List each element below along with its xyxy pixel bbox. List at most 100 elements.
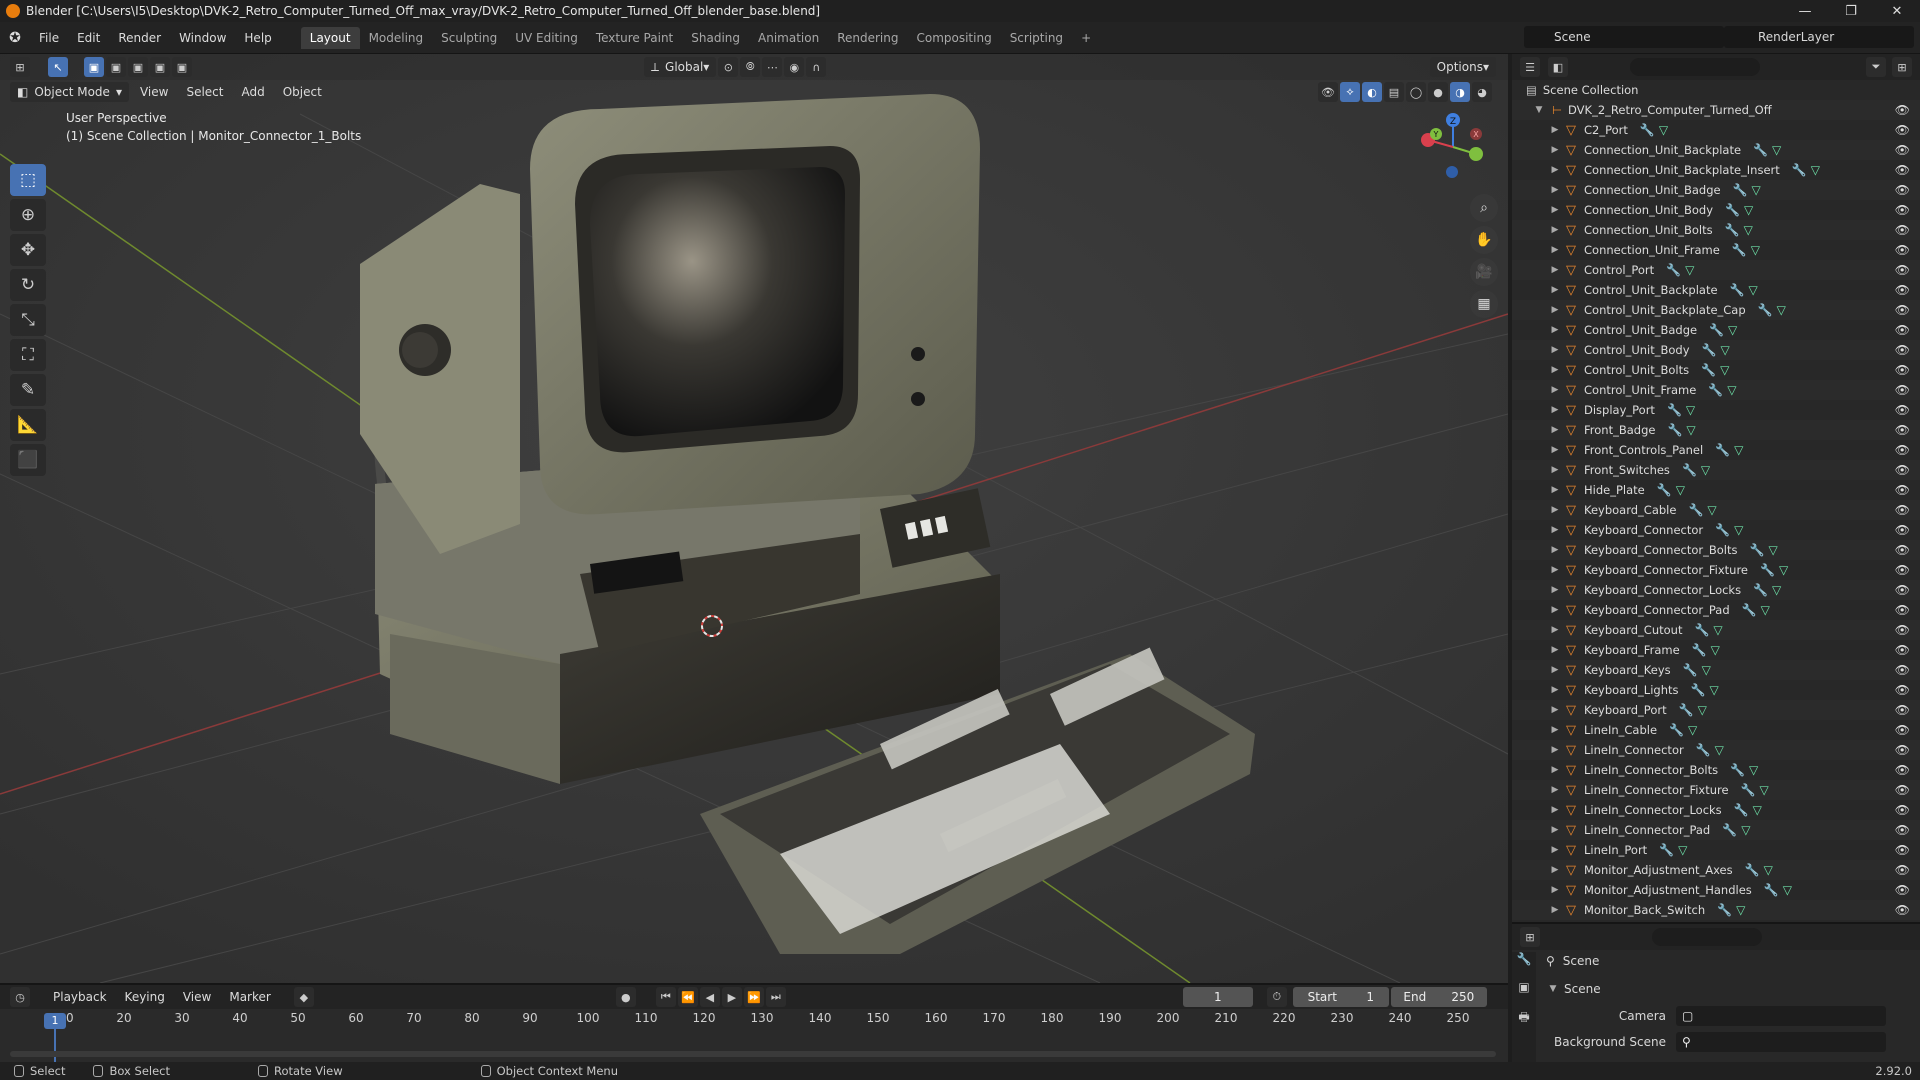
modifier-wrench-icon[interactable]: 🔧 — [1715, 523, 1730, 537]
expand-arrow-icon[interactable]: ▶ — [1548, 225, 1562, 235]
visibility-eye-icon[interactable]: 👁 — [1895, 503, 1910, 517]
select-tool-icon[interactable]: ↖ — [48, 57, 68, 77]
mesh-data-icon[interactable]: ▽ — [1727, 383, 1736, 397]
mesh-data-icon[interactable]: ▽ — [1748, 283, 1757, 297]
timeline-scrollbar[interactable] — [10, 1051, 1496, 1057]
mesh-data-icon[interactable]: ▽ — [1749, 763, 1758, 777]
annotate-icon[interactable]: ✎ — [10, 374, 46, 406]
expand-arrow-icon[interactable]: ▶ — [1548, 605, 1562, 615]
expand-arrow-icon[interactable]: ▶ — [1548, 685, 1562, 695]
output-tab-icon[interactable]: 🖶 — [1512, 1008, 1536, 1036]
modifier-wrench-icon[interactable]: 🔧 — [1750, 543, 1765, 557]
mesh-data-icon[interactable]: ▽ — [1709, 683, 1718, 697]
mesh-data-icon[interactable]: ▽ — [1761, 603, 1770, 617]
expand-arrow-icon[interactable]: ▶ — [1548, 245, 1562, 255]
visibility-eye-icon[interactable]: 👁 — [1895, 583, 1910, 597]
visibility-eye-icon[interactable]: 👁 — [1895, 683, 1910, 697]
visibility-eye-icon[interactable]: 👁 — [1895, 323, 1910, 337]
expand-arrow-icon[interactable]: ▶ — [1548, 785, 1562, 795]
outliner-item[interactable]: ▶ ▽ Keyboard_Cable 🔧 ▽ 👁 — [1512, 500, 1920, 520]
outliner-item[interactable]: ▶ ▽ C2_Port 🔧 ▽ 👁 — [1512, 120, 1920, 140]
outliner-item[interactable]: ▶ ▽ Connection_Unit_Badge 🔧 ▽ 👁 — [1512, 180, 1920, 200]
modifier-wrench-icon[interactable]: 🔧 — [1742, 603, 1757, 617]
modifier-wrench-icon[interactable]: 🔧 — [1682, 463, 1697, 477]
new-collection-icon[interactable]: ⊞ — [1892, 57, 1912, 77]
camera-field[interactable]: ▢ — [1676, 1006, 1886, 1026]
expand-arrow-icon[interactable]: ▶ — [1548, 505, 1562, 515]
select-mode-intersect-icon[interactable]: ▣ — [172, 57, 192, 77]
modifier-wrench-icon[interactable]: 🔧 — [1667, 423, 1682, 437]
mesh-data-icon[interactable]: ▽ — [1701, 463, 1710, 477]
modifier-wrench-icon[interactable]: 🔧 — [1760, 563, 1775, 577]
expand-arrow-icon[interactable]: ▶ — [1548, 905, 1562, 915]
mesh-data-icon[interactable]: ▽ — [1734, 523, 1743, 537]
visibility-eye-icon[interactable]: 👁 — [1895, 803, 1910, 817]
mesh-data-icon[interactable]: ▽ — [1734, 443, 1743, 457]
tab-compositing[interactable]: Compositing — [907, 27, 1000, 49]
visibility-eye-icon[interactable]: 👁 — [1895, 403, 1910, 417]
visibility-eye-icon[interactable]: 👁 — [1895, 423, 1910, 437]
visibility-eye-icon[interactable]: 👁 — [1895, 603, 1910, 617]
expand-arrow-icon[interactable]: ▶ — [1548, 525, 1562, 535]
visibility-eye-icon[interactable]: 👁 — [1895, 123, 1910, 137]
keyframe-insert-icon[interactable]: ◆ — [293, 987, 314, 1007]
viewport-menu-select[interactable]: Select — [177, 85, 232, 99]
expand-arrow-icon[interactable]: ▶ — [1548, 585, 1562, 595]
current-frame-field[interactable]: 1 — [1182, 987, 1253, 1007]
visibility-eye-icon[interactable]: 👁 — [1895, 823, 1910, 837]
outliner-search-input[interactable] — [1630, 58, 1760, 76]
select-box-icon[interactable]: ⬚ — [10, 164, 46, 196]
proportional-edit-icon[interactable]: ◉ — [784, 57, 805, 77]
visibility-eye-icon[interactable]: 👁 — [1895, 183, 1910, 197]
modifier-wrench-icon[interactable]: 🔧 — [1741, 783, 1756, 797]
mesh-data-icon[interactable]: ▽ — [1777, 303, 1786, 317]
shading-solid-icon[interactable]: ● — [1428, 82, 1448, 102]
mesh-data-icon[interactable]: ▽ — [1698, 703, 1707, 717]
menu-marker[interactable]: Marker — [220, 990, 279, 1004]
expand-arrow-icon[interactable]: ▶ — [1548, 125, 1562, 135]
mesh-data-icon[interactable]: ▽ — [1741, 823, 1750, 837]
cursor-icon[interactable]: ⊕ — [10, 199, 46, 231]
expand-arrow-icon[interactable]: ▶ — [1548, 285, 1562, 295]
viewport-menu-object[interactable]: Object — [274, 85, 331, 99]
blender-menu-icon[interactable]: ✪ — [0, 30, 30, 46]
transform-icon[interactable]: ⛶ — [10, 339, 46, 371]
outliner-item[interactable]: ▶ ▽ LineIn_Connector_Fixture 🔧 ▽ 👁 — [1512, 780, 1920, 800]
expand-arrow-icon[interactable]: ▶ — [1548, 645, 1562, 655]
mesh-data-icon[interactable]: ▽ — [1685, 263, 1694, 277]
expand-arrow-icon[interactable]: ▶ — [1548, 405, 1562, 415]
modifier-wrench-icon[interactable]: 🔧 — [1692, 643, 1707, 657]
mesh-data-icon[interactable]: ▽ — [1720, 343, 1729, 357]
select-mode-invert-icon[interactable]: ▣ — [150, 57, 170, 77]
outliner-item[interactable]: ▶ ▽ Keyboard_Keys 🔧 ▽ 👁 — [1512, 660, 1920, 680]
visibility-eye-icon[interactable]: 👁 — [1895, 103, 1910, 117]
overlay-toggle-icon[interactable]: ◐ — [1362, 82, 1382, 102]
scene-selector[interactable]: Scene — [1524, 26, 1724, 48]
outliner-item[interactable]: ▶ ▽ Display_Port 🔧 ▽ 👁 — [1512, 400, 1920, 420]
expand-arrow-icon[interactable]: ▶ — [1548, 165, 1562, 175]
expand-arrow-icon[interactable]: ▶ — [1548, 305, 1562, 315]
visibility-eye-icon[interactable]: 👁 — [1895, 483, 1910, 497]
tab-animation[interactable]: Animation — [749, 27, 828, 49]
outliner-item[interactable]: ▶ ▽ Control_Unit_Bolts 🔧 ▽ 👁 — [1512, 360, 1920, 380]
expand-arrow-icon[interactable]: ▶ — [1548, 345, 1562, 355]
visibility-eye-icon[interactable]: 👁 — [1895, 663, 1910, 677]
zoom-icon[interactable]: ⌕ — [1470, 194, 1498, 222]
outliner-item[interactable]: ▶ ▽ Control_Unit_Frame 🔧 ▽ 👁 — [1512, 380, 1920, 400]
visibility-eye-icon[interactable]: 👁 — [1895, 523, 1910, 537]
expand-arrow-icon[interactable]: ▶ — [1548, 745, 1562, 755]
visibility-eye-icon[interactable]: 👁 — [1895, 243, 1910, 257]
jump-keyframe-forward-icon[interactable]: ⏩ — [743, 987, 764, 1007]
outliner-item[interactable]: ▶ ▽ Keyboard_Connector_Pad 🔧 ▽ 👁 — [1512, 600, 1920, 620]
mesh-data-icon[interactable]: ▽ — [1772, 583, 1781, 597]
modifier-wrench-icon[interactable]: 🔧 — [1792, 163, 1807, 177]
mesh-data-icon[interactable]: ▽ — [1783, 883, 1792, 897]
expand-arrow-icon[interactable]: ▶ — [1548, 425, 1562, 435]
visibility-eye-icon[interactable]: 👁 — [1895, 783, 1910, 797]
expand-arrow-icon[interactable]: ▶ — [1548, 365, 1562, 375]
scene-collection-row[interactable]: ▤ Scene Collection — [1512, 80, 1920, 100]
outliner-item[interactable]: ▶ ▽ Control_Port 🔧 ▽ 👁 — [1512, 260, 1920, 280]
expand-arrow-icon[interactable]: ▶ — [1548, 725, 1562, 735]
mesh-data-icon[interactable]: ▽ — [1768, 543, 1777, 557]
outliner-item[interactable]: ▶ ▽ Control_Unit_Badge 🔧 ▽ 👁 — [1512, 320, 1920, 340]
